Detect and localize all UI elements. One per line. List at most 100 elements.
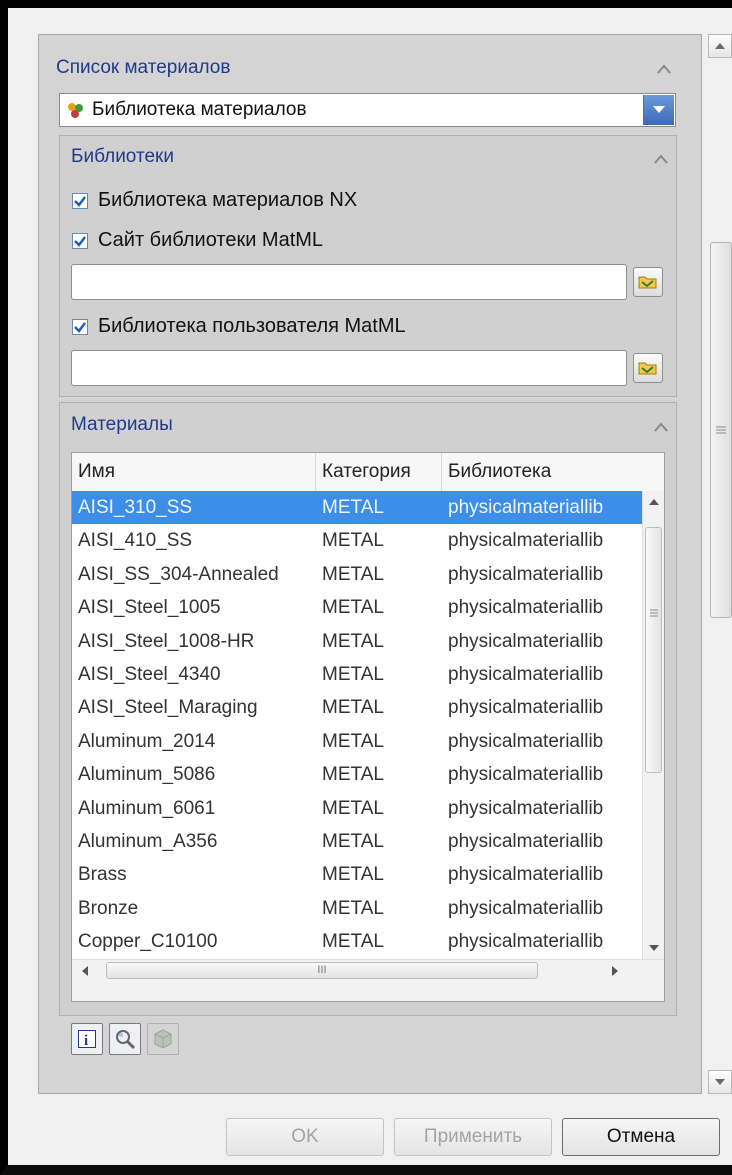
cell-category: METAL xyxy=(322,931,384,953)
cell-name: Aluminum_A356 xyxy=(78,831,218,852)
cell-name: AISI_410_SS xyxy=(78,530,193,552)
material-preview-button[interactable] xyxy=(147,1023,179,1055)
cell-category: METAL xyxy=(322,630,384,652)
materials-table: Имя Категория Библиотека AISI_310_SS META… xyxy=(71,452,665,1002)
cell-name: Brass xyxy=(78,864,127,886)
table-row[interactable]: AISI_Steel_1005 METAL physicalmateriallib xyxy=(72,591,664,624)
table-row[interactable]: AISI_Steel_4340 METAL physicalmateriallib xyxy=(72,658,664,691)
cell-name: AISI_310_SS xyxy=(78,497,193,518)
svg-text:i: i xyxy=(84,1033,88,1048)
cell-category: METAL xyxy=(322,563,384,585)
table-row[interactable]: AISI_310_SS METAL physicalmateriallib xyxy=(72,491,664,524)
cell-category: METAL xyxy=(322,730,384,752)
cell-category: METAL xyxy=(322,597,384,619)
section-title-materials: Материалы xyxy=(71,414,173,435)
scroll-left-icon xyxy=(82,966,88,976)
cell-name: Bronze xyxy=(78,897,139,919)
cell-category: METAL xyxy=(322,897,384,919)
table-row[interactable]: Aluminum_6061 METAL physicalmateriallib xyxy=(72,792,664,825)
table-hscroll-thumb[interactable]: III xyxy=(106,962,538,979)
matml-site-label: Сайт библиотеки MatML xyxy=(98,229,324,251)
cell-library: physicalmateriallib xyxy=(448,831,604,852)
table-row[interactable]: AISI_Steel_1008-HR METAL physicalmateriall… xyxy=(72,625,664,658)
cell-category: METAL xyxy=(322,497,384,518)
table-row[interactable]: AISI_SS_304-Annealed METAL physicalmateria… xyxy=(72,558,664,591)
matml-site-checkbox[interactable] xyxy=(72,232,88,249)
nx-library-checkbox[interactable] xyxy=(72,192,88,209)
material-library-icon xyxy=(68,103,83,118)
folder-icon xyxy=(638,276,657,289)
info-button[interactable]: i xyxy=(71,1023,103,1055)
library-combo[interactable]: Библиотека материалов xyxy=(59,93,676,127)
cell-library: physicalmateriallib xyxy=(448,764,604,786)
dialog-scrollbar[interactable] xyxy=(708,34,732,1094)
cell-name: Aluminum_6061 xyxy=(78,797,216,819)
grip-icon xyxy=(716,426,726,434)
cell-library: physicalmateriallib xyxy=(448,931,604,953)
table-row[interactable]: AISI_Steel_Maraging METAL physicalmaterial… xyxy=(72,691,664,724)
info-icon: i xyxy=(78,1030,96,1048)
matml-user-field[interactable] xyxy=(71,350,627,386)
cell-library: physicalmateriallib xyxy=(448,497,604,518)
ok-button[interactable]: OK xyxy=(226,1118,384,1156)
scroll-up-arrow[interactable] xyxy=(708,34,732,58)
dialog-window: Список материалов Библиотека материалов … xyxy=(0,0,732,1175)
cell-name: Aluminum_2014 xyxy=(78,730,216,752)
cell-name: AISI_Steel_4340 xyxy=(78,664,221,685)
cell-name: AISI_Steel_1005 xyxy=(78,597,221,619)
cell-name: AISI_Steel_Maraging xyxy=(78,697,258,719)
material-cube-icon xyxy=(154,1029,172,1049)
column-header-name[interactable]: Имя xyxy=(72,453,316,491)
cell-name: AISI_Steel_1008-HR xyxy=(78,630,255,652)
collapse-materials-icon[interactable] xyxy=(654,416,668,437)
table-horizontal-scrollbar[interactable]: III xyxy=(72,959,664,1001)
table-header: Имя Категория Библиотека xyxy=(72,453,664,492)
matml-site-row[interactable]: Сайт библиотеки MatML xyxy=(72,229,323,252)
table-row[interactable]: Bronze METAL physicalmateriallib xyxy=(72,892,664,925)
table-row[interactable]: Aluminum_5086 METAL physicalmateriallib xyxy=(72,758,664,791)
column-header-category[interactable]: Категория xyxy=(316,453,442,491)
browse-matml-site-button[interactable] xyxy=(633,267,663,297)
chevron-down-icon xyxy=(653,106,665,113)
matml-site-field[interactable] xyxy=(71,264,627,300)
nx-library-row[interactable]: Библиотека материалов NX xyxy=(72,189,357,212)
cell-name: Copper_C10100 xyxy=(78,931,218,953)
table-row[interactable]: Aluminum_A356 METAL physicalmateriallib xyxy=(72,825,664,858)
table-row[interactable]: Copper_C10100 METAL physicalmateriallib xyxy=(72,925,664,958)
scroll-right-icon xyxy=(612,966,618,976)
cell-library: physicalmateriallib xyxy=(448,630,604,652)
hscroll-grip: III xyxy=(317,964,327,976)
cell-name: Aluminum_5086 xyxy=(78,764,216,786)
table-vertical-scrollbar[interactable] xyxy=(642,491,664,959)
matml-user-checkbox[interactable] xyxy=(72,318,88,335)
cancel-button[interactable]: Отмена xyxy=(562,1118,720,1156)
column-header-library[interactable]: Библиотека xyxy=(442,453,664,491)
cell-library: physicalmateriallib xyxy=(448,664,604,685)
cell-category: METAL xyxy=(322,864,384,886)
folder-icon xyxy=(638,362,657,375)
cell-library: physicalmateriallib xyxy=(448,563,604,585)
cell-library: physicalmateriallib xyxy=(448,697,604,719)
table-row[interactable]: AISI_410_SS METAL physicalmateriallib xyxy=(72,524,664,557)
cell-library: physicalmateriallib xyxy=(448,730,604,752)
apply-button[interactable]: Применить xyxy=(394,1118,552,1156)
cell-library: physicalmateriallib xyxy=(448,864,604,886)
cell-category: METAL xyxy=(322,764,384,786)
collapse-material-list-icon[interactable] xyxy=(657,58,671,79)
cell-category: METAL xyxy=(322,697,384,719)
collapse-libraries-icon[interactable] xyxy=(654,148,668,169)
matml-user-row[interactable]: Библиотека пользователя MatML xyxy=(72,315,406,338)
cell-library: physicalmateriallib xyxy=(448,797,604,819)
scroll-down-arrow[interactable] xyxy=(708,1070,732,1094)
library-combo-value: Библиотека материалов xyxy=(92,99,307,120)
cell-name: AISI_SS_304-Annealed xyxy=(78,563,279,585)
table-row[interactable]: Aluminum_2014 METAL physicalmateriallib xyxy=(72,725,664,758)
combo-dropdown-button[interactable] xyxy=(643,95,674,125)
browse-matml-user-button[interactable] xyxy=(633,353,663,383)
cell-category: METAL xyxy=(322,530,384,552)
inspect-material-button[interactable] xyxy=(109,1023,141,1055)
scroll-thumb[interactable] xyxy=(710,242,732,618)
table-row[interactable]: Brass METAL physicalmateriallib xyxy=(72,858,664,891)
cell-library: physicalmateriallib xyxy=(448,530,604,552)
table-scroll-thumb[interactable] xyxy=(645,527,662,773)
